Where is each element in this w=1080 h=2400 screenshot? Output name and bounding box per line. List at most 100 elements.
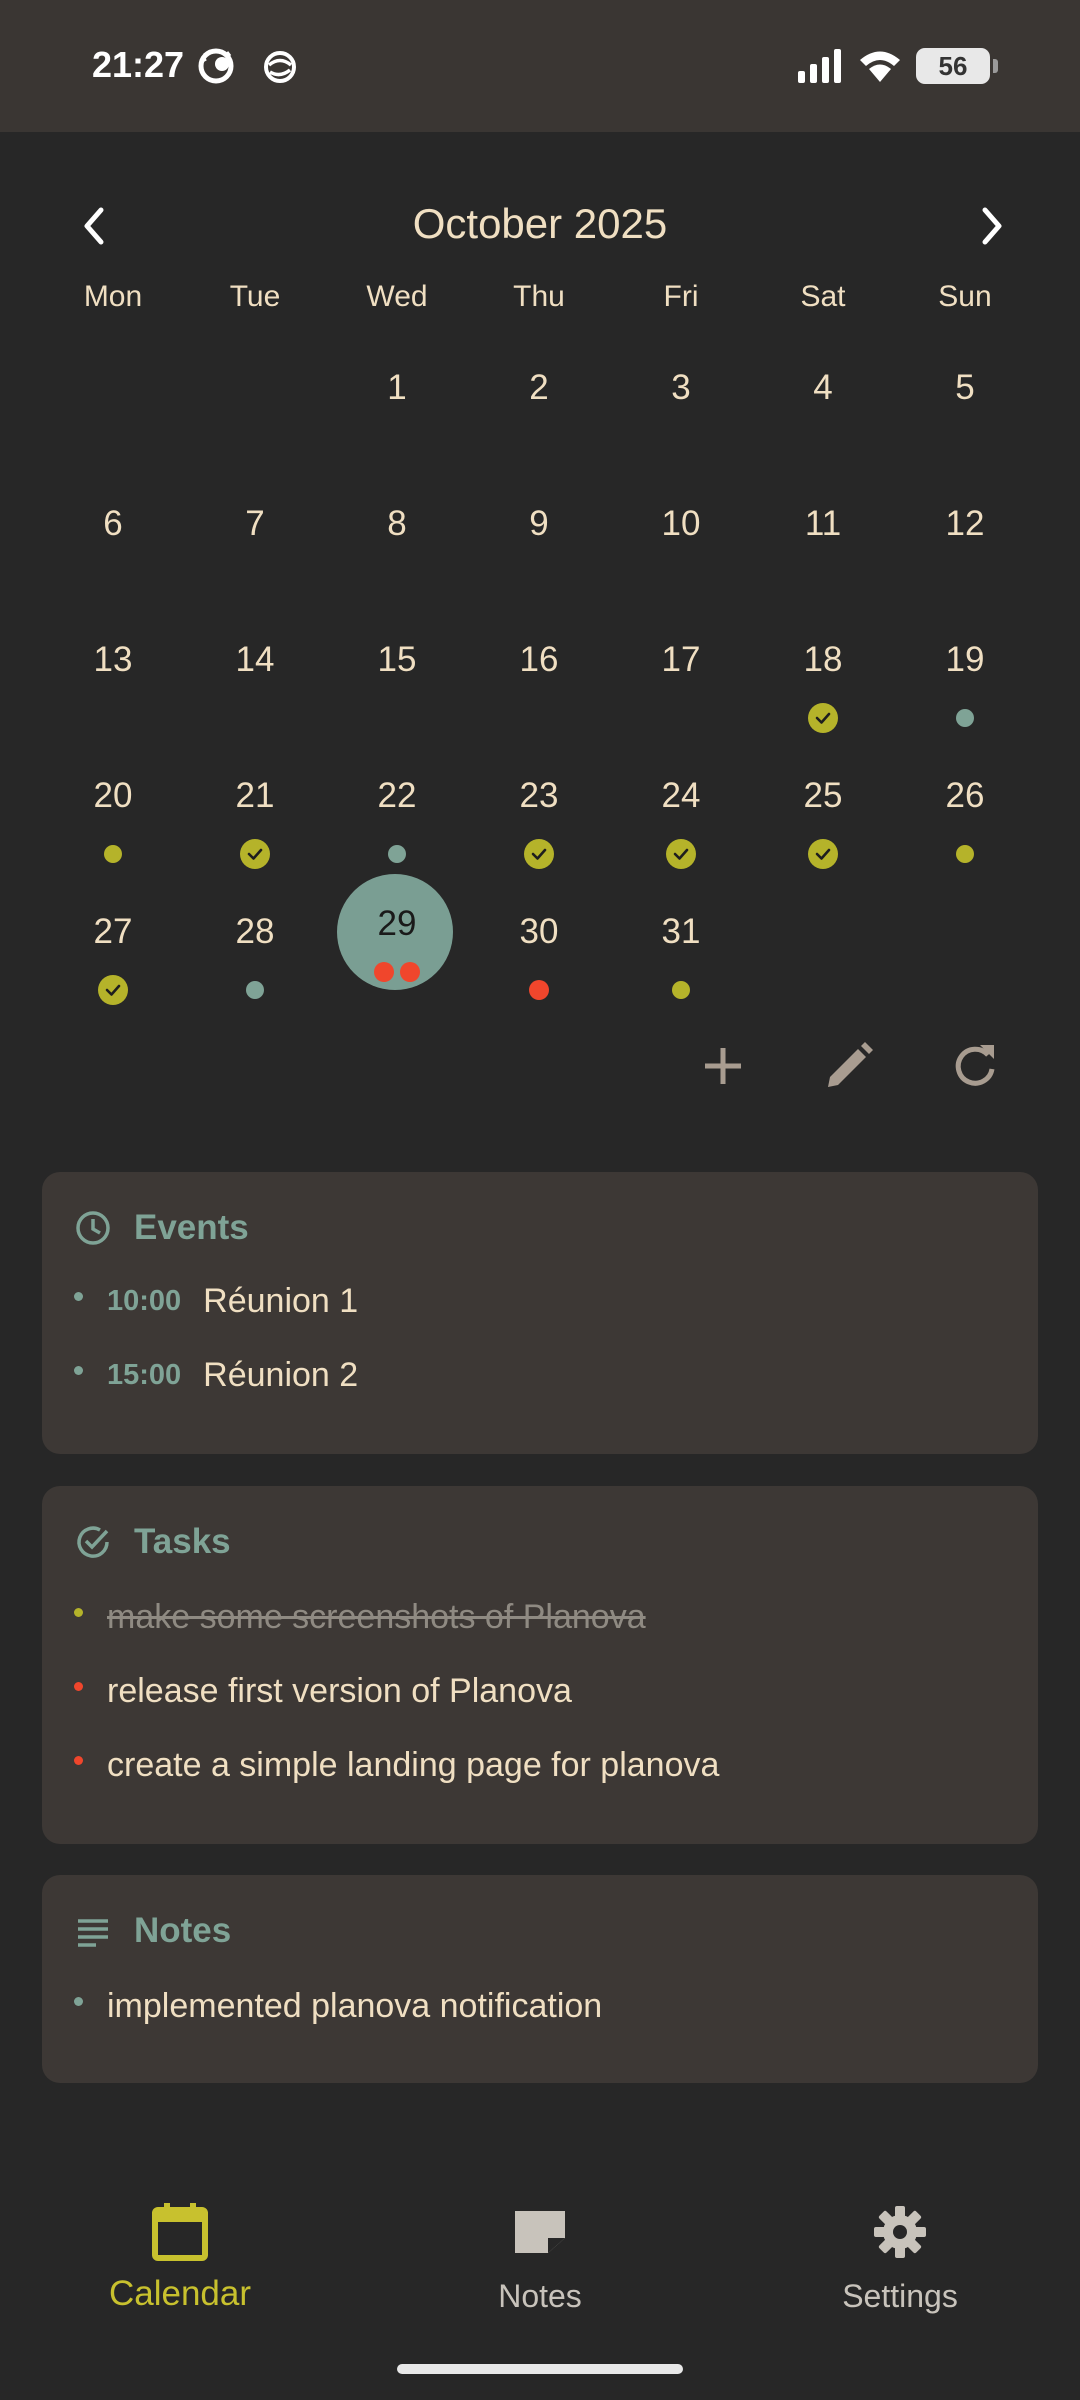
event-time: 10:00 (107, 1284, 182, 1317)
calendar-day[interactable]: 5 (894, 330, 1036, 466)
bullet (74, 1291, 83, 1301)
calendar-day[interactable]: 11 (752, 466, 894, 602)
calendar-day[interactable]: 3 (610, 330, 752, 466)
day-number: 12 (945, 504, 985, 543)
check-marker-icon (808, 703, 838, 733)
day-number: 18 (803, 640, 843, 679)
calendar-day[interactable]: 22 (326, 738, 468, 874)
lines-icon (78, 1919, 108, 1947)
calendar-day-selected[interactable]: 29 (326, 874, 468, 1010)
note-label: implemented planova notification (107, 1986, 603, 2025)
day-number: 29 (377, 904, 417, 943)
note-icon (510, 2200, 570, 2264)
globe-sync-icon (260, 46, 300, 86)
day-markers (610, 974, 752, 1006)
calendar-day[interactable]: 24 (610, 738, 752, 874)
pencil-icon[interactable] (819, 1036, 879, 1096)
refresh-icon[interactable] (945, 1036, 1005, 1096)
day-number: 1 (387, 368, 407, 407)
calendar-day[interactable]: 8 (326, 466, 468, 602)
calendar-day[interactable]: 7 (184, 466, 326, 602)
tasks-title: Tasks (134, 1522, 231, 1561)
plus-icon[interactable] (693, 1036, 753, 1096)
day-number: 22 (377, 776, 417, 815)
olive-dot-marker (104, 845, 122, 863)
weekday-row: Mon Tue Wed Thu Fri Sat Sun (0, 280, 1080, 324)
red-dot-marker (374, 962, 394, 982)
calendar-day[interactable]: 6 (42, 466, 184, 602)
calendar-day[interactable]: 17 (610, 602, 752, 738)
calendar-day[interactable]: 28 (184, 874, 326, 1010)
tab-settings[interactable]: Settings (720, 2180, 1080, 2320)
calendar-day[interactable]: 25 (752, 738, 894, 874)
calendar-day[interactable]: 2 (468, 330, 610, 466)
calendar-day[interactable]: 19 (894, 602, 1036, 738)
weekday-label: Wed (366, 280, 428, 313)
calendar-day[interactable]: 23 (468, 738, 610, 874)
calendar-day[interactable]: 1 (326, 330, 468, 466)
month-title: October 2025 (412, 200, 668, 247)
events-header: Events (74, 1208, 249, 1248)
calendar-day[interactable]: 30 (468, 874, 610, 1010)
task-item[interactable]: release first version of Planova (74, 1666, 572, 1716)
task-item[interactable]: create a simple landing page for planova (74, 1740, 719, 1790)
day-number: 20 (93, 776, 133, 815)
event-item[interactable]: 15:00 Réunion 2 (74, 1350, 358, 1400)
event-time: 15:00 (107, 1358, 182, 1391)
notes-card: Notes implemented planova notification (42, 1875, 1038, 2083)
calendar-day[interactable]: 14 (184, 602, 326, 738)
calendar-day[interactable]: 20 (42, 738, 184, 874)
calendar-day[interactable]: 31 (610, 874, 752, 1010)
battery-icon: 56 (916, 48, 998, 84)
calendar-day[interactable]: 21 (184, 738, 326, 874)
tab-label: Settings (842, 2278, 958, 2314)
calendar-day[interactable]: 10 (610, 466, 752, 602)
tasks-header: Tasks (74, 1522, 231, 1562)
notes-title: Notes (134, 1911, 232, 1950)
calendar-day[interactable]: 4 (752, 330, 894, 466)
olive-dot-marker (672, 981, 690, 999)
check-marker-icon (240, 839, 270, 869)
battery-level: 56 (938, 50, 968, 81)
home-indicator[interactable] (397, 2364, 683, 2374)
check-marker-icon (666, 839, 696, 869)
day-number: 3 (671, 368, 691, 407)
status-time: 21:27 (92, 44, 185, 85)
weekday-label: Mon (83, 280, 143, 313)
tab-calendar[interactable]: Calendar (0, 2180, 360, 2320)
calendar-day[interactable]: 15 (326, 602, 468, 738)
event-label: Réunion 1 (203, 1281, 359, 1320)
calendar-day[interactable]: 12 (894, 466, 1036, 602)
events-card: Events 10:00 Réunion 1 15:00 Réunion 2 (42, 1172, 1038, 1454)
signal-icon (798, 49, 841, 83)
check-marker-icon (808, 839, 838, 869)
calendar-day[interactable]: 16 (468, 602, 610, 738)
calendar-day[interactable]: 13 (42, 602, 184, 738)
day-number: 8 (387, 504, 407, 543)
day-number: 7 (245, 504, 265, 543)
task-label: create a simple landing page for planova (107, 1745, 720, 1784)
wifi-icon (860, 51, 900, 82)
chevron-right-icon[interactable] (966, 200, 1018, 252)
tab-notes[interactable]: Notes (360, 2180, 720, 2320)
calendar-day[interactable]: 26 (894, 738, 1036, 874)
tab-label: Calendar (108, 2274, 252, 2313)
event-item[interactable]: 10:00 Réunion 1 (74, 1276, 358, 1326)
red-dot-marker (400, 962, 420, 982)
day-markers (752, 702, 894, 734)
day-markers (468, 974, 610, 1006)
day-number: 26 (945, 776, 985, 815)
day-number: 25 (803, 776, 843, 815)
note-item[interactable]: implemented planova notification (74, 1981, 602, 2031)
day-markers (42, 838, 184, 870)
calendar-day[interactable]: 27 (42, 874, 184, 1010)
day-markers (326, 838, 468, 870)
calendar-day[interactable]: 9 (468, 466, 610, 602)
day-number: 5 (955, 368, 975, 407)
day-markers (184, 974, 326, 1006)
calendar-day[interactable]: 18 (752, 602, 894, 738)
day-markers (468, 838, 610, 870)
bullet (74, 1607, 83, 1617)
olive-dot-marker (956, 845, 974, 863)
task-item[interactable]: make some screenshots of Planova (74, 1592, 646, 1642)
